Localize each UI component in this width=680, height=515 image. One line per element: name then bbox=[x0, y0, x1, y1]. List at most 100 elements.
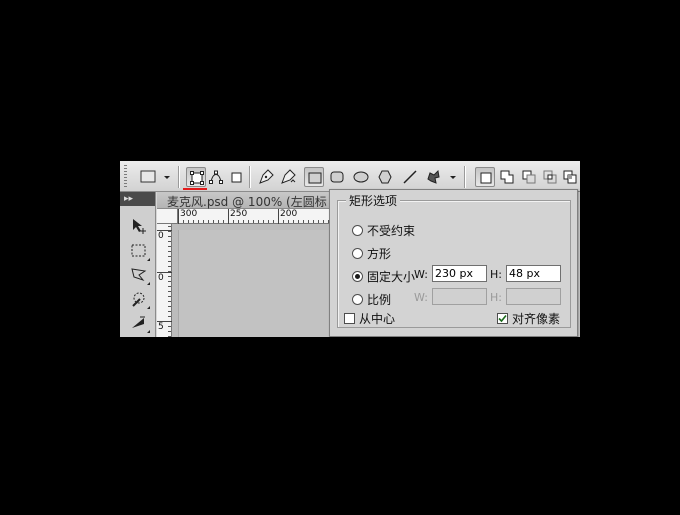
proportional-radio[interactable] bbox=[352, 294, 363, 305]
options-bar bbox=[120, 161, 580, 192]
document-window: 麦克风.psd @ 100% (左圆标 300 250 200 0 0 5 bbox=[157, 192, 338, 337]
subtract-shape-area-button[interactable] bbox=[519, 167, 539, 187]
shape-layers-button[interactable] bbox=[186, 167, 206, 187]
paths-button[interactable] bbox=[206, 167, 226, 187]
unconstrained-radio[interactable] bbox=[352, 225, 363, 236]
fixed-height-label: H: bbox=[490, 268, 502, 281]
quick-selection-tool[interactable] bbox=[128, 289, 150, 309]
document-tab[interactable]: 麦克风.psd @ 100% (左圆标 bbox=[157, 192, 337, 209]
subtract-shape-area-icon bbox=[522, 170, 536, 184]
proportional-width-field[interactable] bbox=[432, 288, 487, 305]
from-center-label: 从中心 bbox=[359, 312, 396, 326]
separator bbox=[178, 166, 180, 188]
ellipse-tool-button[interactable] bbox=[351, 167, 371, 187]
pen-tool-icon bbox=[259, 169, 274, 184]
document-canvas[interactable] bbox=[178, 230, 338, 337]
snap-to-pixels-option[interactable]: 对齐像素 bbox=[497, 310, 560, 327]
rounded-rectangle-tool-icon bbox=[330, 171, 344, 183]
line-tool-button[interactable] bbox=[400, 167, 420, 187]
document-tab-title: 麦克风.psd @ 100% (左圆标 bbox=[167, 195, 327, 209]
ruler-tick-label: 250 bbox=[228, 209, 247, 224]
ruler-tick-label: 300 bbox=[178, 209, 197, 224]
from-center-checkbox[interactable] bbox=[344, 313, 355, 324]
polygon-tool-icon bbox=[378, 170, 392, 184]
fixed-height-field[interactable] bbox=[506, 265, 561, 282]
rectangle-options-panel: 不受约束 方形 固定大小 比例 W: H: W: H: bbox=[329, 189, 578, 337]
line-tool-icon bbox=[403, 170, 417, 184]
marquee-tool[interactable] bbox=[128, 241, 150, 261]
from-center-option[interactable]: 从中心 bbox=[344, 310, 395, 327]
rounded-rectangle-tool-button[interactable] bbox=[327, 167, 347, 187]
rectangle-options-title: 矩形选项 bbox=[346, 192, 401, 209]
move-tool-icon bbox=[133, 219, 146, 234]
fill-pixels-button[interactable] bbox=[226, 167, 246, 187]
square-option[interactable]: 方形 bbox=[352, 245, 391, 262]
fixed-size-option[interactable]: 固定大小 bbox=[352, 268, 415, 285]
add-to-shape-area-button[interactable] bbox=[497, 167, 517, 187]
fixed-size-radio[interactable] bbox=[352, 271, 363, 282]
polygon-tool-button[interactable] bbox=[375, 167, 395, 187]
rectangle-tool-icon bbox=[308, 172, 322, 184]
unconstrained-label: 不受约束 bbox=[367, 224, 416, 238]
proportional-height-label: H: bbox=[490, 291, 502, 304]
ruler-tick-label: 5 bbox=[157, 321, 172, 332]
freeform-pen-button[interactable] bbox=[278, 167, 298, 187]
proportional-label: 比例 bbox=[367, 293, 392, 307]
submenu-indicator bbox=[147, 282, 150, 285]
proportional-width-label: W: bbox=[414, 291, 428, 304]
submenu-indicator bbox=[147, 306, 150, 309]
proportional-option[interactable]: 比例 bbox=[352, 291, 391, 308]
photoshop-window: ▸▸ 麦克风.psd @ 100% (左圆标 300 250 200 0 0 5… bbox=[120, 161, 580, 337]
ruler-tick-label: 200 bbox=[278, 209, 297, 224]
polygonal-lasso-icon bbox=[131, 268, 147, 282]
intersect-shape-areas-button[interactable] bbox=[540, 167, 560, 187]
crop-slice-icon bbox=[132, 316, 145, 328]
exclude-overlap-button[interactable] bbox=[560, 167, 580, 187]
submenu-indicator bbox=[147, 258, 150, 261]
new-shape-layer-button[interactable] bbox=[475, 167, 495, 187]
horizontal-ruler[interactable]: 300 250 200 bbox=[178, 209, 337, 224]
checkmark-icon bbox=[498, 314, 507, 323]
unconstrained-option[interactable]: 不受约束 bbox=[352, 222, 415, 239]
quick-selection-icon bbox=[132, 292, 145, 307]
ruler-tick-label: 0 bbox=[157, 272, 172, 283]
fixed-width-label: W: bbox=[414, 268, 428, 281]
intersect-shape-areas-icon bbox=[543, 170, 557, 184]
tools-panel: ▸▸ bbox=[120, 192, 156, 337]
fixed-size-label: 固定大小 bbox=[367, 270, 416, 284]
custom-shape-tool-button[interactable] bbox=[423, 167, 459, 187]
separator bbox=[249, 166, 251, 188]
snap-to-pixels-label: 对齐像素 bbox=[512, 312, 561, 326]
snap-to-pixels-checkbox[interactable] bbox=[497, 313, 508, 324]
separator bbox=[464, 166, 466, 188]
highlight-underline bbox=[183, 188, 207, 190]
rectangle-tool-button[interactable] bbox=[304, 167, 324, 187]
rectangle-options-group: 不受约束 方形 固定大小 比例 W: H: W: H: bbox=[337, 200, 571, 328]
square-label: 方形 bbox=[367, 247, 392, 261]
crop-tool[interactable] bbox=[128, 313, 150, 333]
ruler-tick-label: 0 bbox=[157, 230, 172, 241]
shape-preset-icon bbox=[140, 170, 170, 183]
tool-preset-picker[interactable] bbox=[136, 167, 174, 187]
options-bar-grip[interactable] bbox=[124, 165, 127, 189]
add-to-shape-area-icon bbox=[500, 170, 514, 184]
fixed-width-field[interactable] bbox=[432, 265, 487, 282]
ruler-origin[interactable] bbox=[157, 209, 178, 224]
move-tool[interactable] bbox=[128, 216, 150, 236]
fill-pixels-icon bbox=[231, 172, 242, 183]
vertical-ruler[interactable]: 0 0 5 bbox=[157, 224, 172, 337]
new-shape-layer-icon bbox=[480, 172, 492, 184]
ellipse-tool-icon bbox=[353, 171, 369, 183]
submenu-indicator bbox=[147, 330, 150, 333]
paths-icon bbox=[209, 170, 223, 184]
tools-panel-header[interactable]: ▸▸ bbox=[120, 192, 155, 206]
square-radio[interactable] bbox=[352, 248, 363, 259]
proportional-height-field[interactable] bbox=[506, 288, 561, 305]
exclude-overlap-icon bbox=[563, 170, 577, 184]
shape-layers-icon bbox=[190, 171, 204, 185]
custom-shape-tool-icon bbox=[427, 169, 456, 184]
rectangular-marquee-icon bbox=[131, 244, 146, 257]
pen-tool-button[interactable] bbox=[256, 167, 276, 187]
freeform-pen-icon bbox=[281, 169, 296, 184]
lasso-tool[interactable] bbox=[128, 265, 150, 285]
